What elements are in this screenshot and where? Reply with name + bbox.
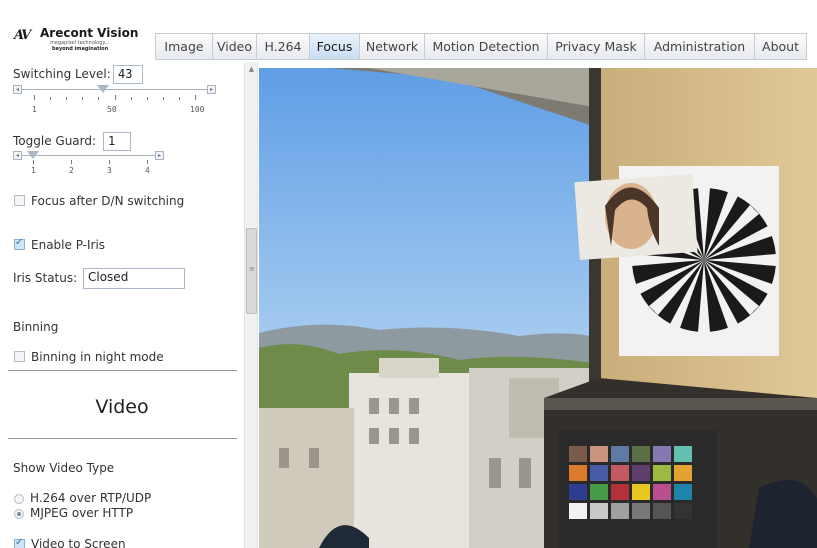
video-to-screen-checkbox[interactable] — [14, 537, 25, 548]
h264-radio[interactable] — [14, 494, 24, 504]
h264-radio-label: H.264 over RTP/UDP — [30, 491, 152, 505]
slider-tick — [98, 97, 99, 100]
slider-tick — [33, 160, 34, 164]
slider-tick — [131, 97, 132, 100]
iris-status-label: Iris Status: — [13, 271, 78, 285]
tab-privacy-mask[interactable]: Privacy Mask — [548, 33, 645, 60]
enable-piris-checkbox[interactable] — [14, 237, 25, 250]
camera-scene — [259, 68, 817, 548]
enable-piris-label: Enable P-Iris — [31, 238, 106, 252]
tab-network[interactable]: Network — [360, 33, 425, 60]
section-divider — [8, 370, 237, 371]
slider-thumb[interactable] — [97, 85, 109, 93]
settings-panel: Switching Level: 43 ◂ ▸ 1 50 100 Toggle … — [0, 62, 244, 548]
slider-tick — [34, 95, 35, 100]
main-tabs: Image Video H.264 Focus Network Motion D… — [155, 33, 807, 60]
panel-scrollbar[interactable]: ▲ ≡ — [244, 62, 258, 548]
logo-mark-icon: AV — [14, 28, 31, 43]
slider-track — [22, 89, 207, 90]
live-video-view[interactable] — [259, 68, 817, 548]
tab-video[interactable]: Video — [213, 33, 257, 60]
mjpeg-radio-label: MJPEG over HTTP — [30, 506, 134, 520]
mjpeg-radio[interactable] — [14, 509, 24, 519]
scroll-grip-icon: ≡ — [249, 265, 255, 273]
slider-tick — [195, 95, 196, 100]
binning-night-checkbox[interactable] — [14, 351, 25, 362]
slider-tick-label: 4 — [145, 166, 150, 175]
scroll-up-arrow-icon[interactable]: ▲ — [245, 64, 258, 74]
slider-mid-label: 50 — [107, 105, 117, 114]
tab-focus[interactable]: Focus — [310, 33, 360, 60]
slider-tick — [71, 160, 72, 164]
header: AV Arecont Vision megapixel technology..… — [0, 0, 817, 62]
slider-tick-label: 3 — [107, 166, 112, 175]
video-heading: Video — [95, 396, 149, 418]
slider-left-arrow-icon[interactable]: ◂ — [13, 151, 22, 160]
slider-max-label: 100 — [190, 105, 205, 114]
slider-right-arrow-icon[interactable]: ▸ — [155, 151, 164, 160]
slider-tick — [147, 97, 148, 100]
slider-tick-label: 1 — [31, 166, 36, 175]
slider-tick — [163, 97, 164, 100]
focus-after-dn-checkbox[interactable] — [14, 195, 25, 206]
slider-tick — [179, 97, 180, 100]
binning-night-label: Binning in night mode — [31, 350, 164, 364]
slider-track — [22, 155, 155, 156]
tab-image[interactable]: Image — [155, 33, 213, 60]
tab-about[interactable]: About — [755, 33, 807, 60]
tab-h264[interactable]: H.264 — [257, 33, 310, 60]
focus-after-dn-label: Focus after D/N switching — [31, 194, 185, 208]
slider-tick — [82, 97, 83, 100]
slider-thumb[interactable] — [27, 151, 39, 159]
show-video-type-label: Show Video Type — [13, 461, 115, 475]
tab-administration[interactable]: Administration — [645, 33, 755, 60]
iris-status-field: Closed — [83, 268, 185, 289]
slider-tick — [50, 97, 51, 100]
section-divider — [8, 438, 237, 439]
tab-motion-detection[interactable]: Motion Detection — [425, 33, 548, 60]
slider-tick — [109, 160, 110, 164]
logo-brand: Arecont Vision — [40, 26, 139, 40]
slider-tick — [115, 95, 116, 100]
logo-tagline-2: beyond imagination — [52, 46, 109, 52]
slider-tick — [147, 160, 148, 164]
switching-level-label: Switching Level: — [13, 67, 111, 81]
slider-tick-label: 2 — [69, 166, 74, 175]
switching-level-input[interactable]: 43 — [113, 65, 143, 84]
slider-right-arrow-icon[interactable]: ▸ — [207, 85, 216, 94]
toggle-guard-label: Toggle Guard: — [13, 134, 97, 148]
arecont-logo: AV Arecont Vision megapixel technology..… — [14, 26, 138, 52]
scroll-thumb[interactable]: ≡ — [246, 228, 257, 314]
slider-left-arrow-icon[interactable]: ◂ — [13, 85, 22, 94]
slider-tick — [66, 97, 67, 100]
binning-heading: Binning — [13, 320, 59, 334]
slider-min-label: 1 — [32, 105, 37, 114]
video-to-screen-label: Video to Screen — [31, 537, 126, 548]
toggle-guard-input[interactable]: 1 — [103, 132, 131, 151]
